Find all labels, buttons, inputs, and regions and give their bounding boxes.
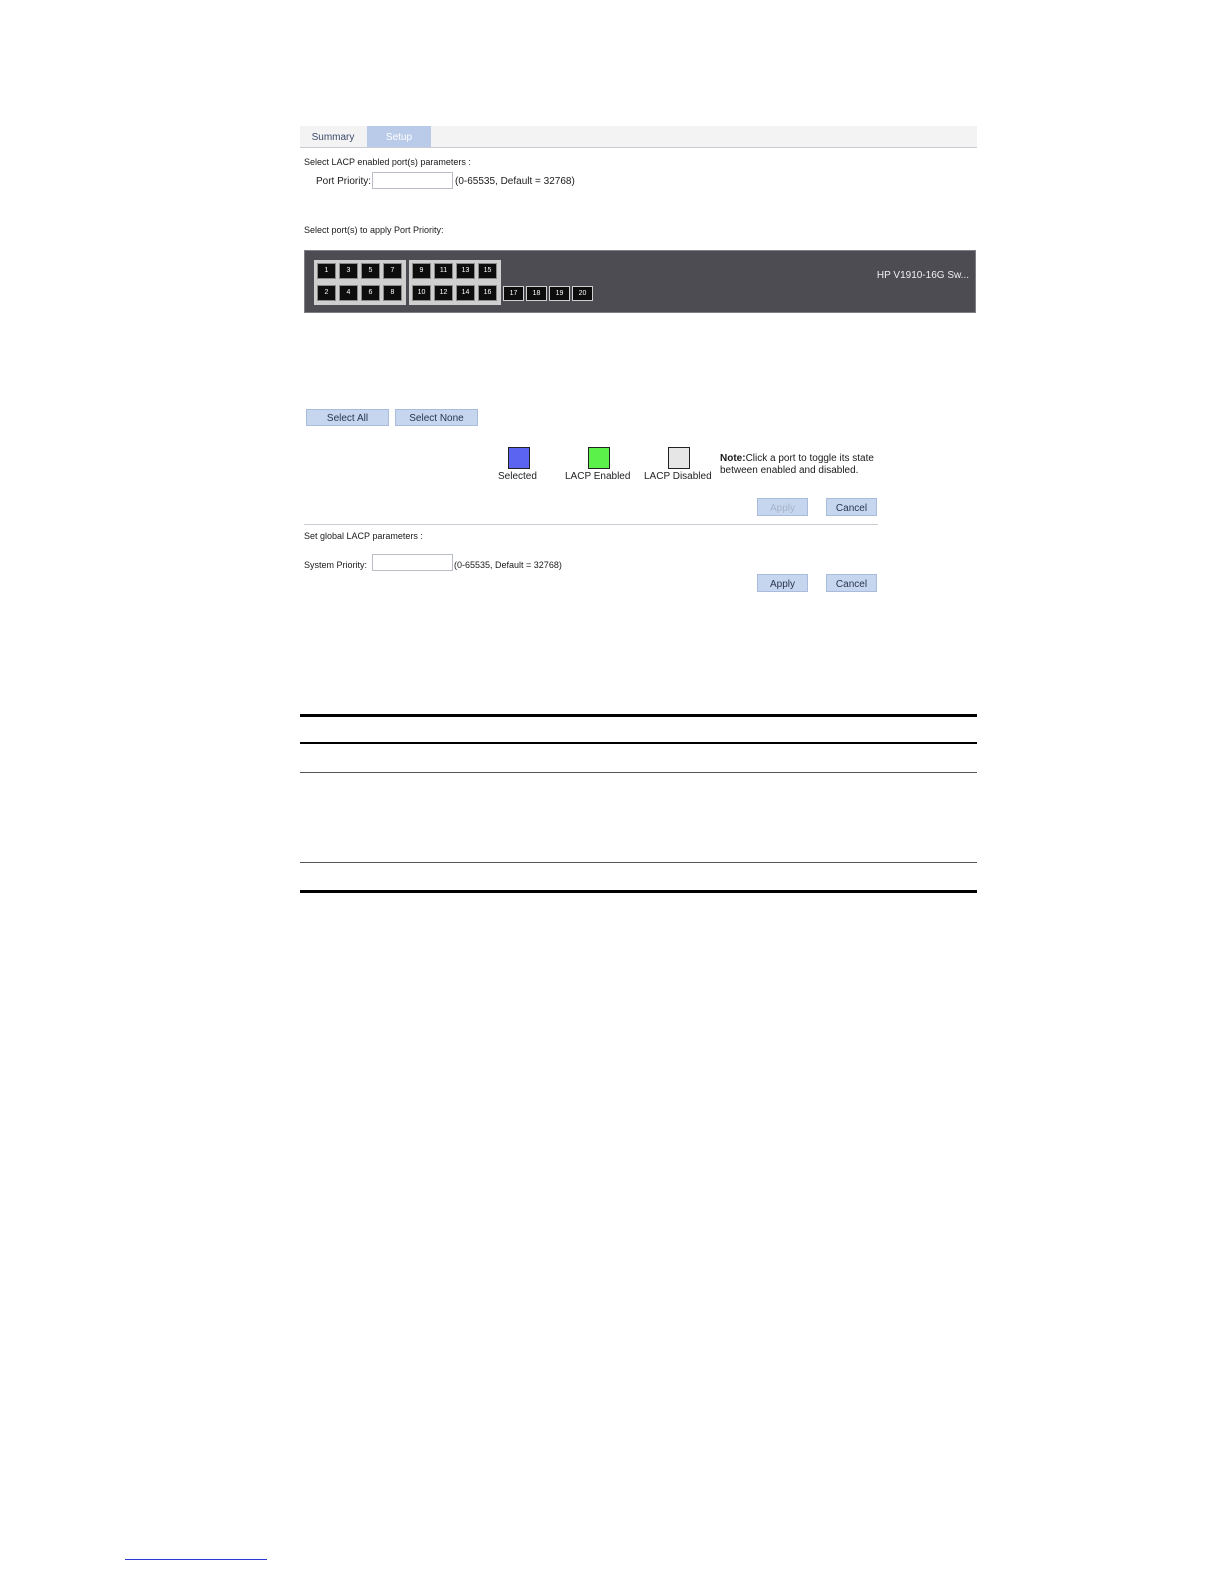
port-params-heading: Select LACP enabled port(s) parameters : — [304, 157, 471, 167]
port-group-2: 9 11 13 15 10 12 14 16 — [409, 260, 501, 305]
global-cancel-button[interactable]: Cancel — [826, 574, 877, 592]
port-priority-input[interactable] — [372, 172, 453, 189]
port-16[interactable]: 16 — [478, 285, 497, 301]
port-select-heading: Select port(s) to apply Port Priority: — [304, 225, 444, 235]
system-priority-input[interactable] — [372, 554, 453, 571]
note-bold: Note: — [720, 453, 746, 464]
legend-lacp-enabled-label: LACP Enabled — [565, 471, 631, 482]
port-priority-label: Port Priority: — [316, 176, 372, 187]
legend-lacp-disabled-swatch — [668, 447, 690, 469]
table-top-rule — [300, 714, 977, 717]
device-name: HP V1910-16G Sw... — [876, 270, 969, 281]
tab-summary[interactable]: Summary — [300, 126, 366, 147]
port-14[interactable]: 14 — [456, 285, 475, 301]
port-7[interactable]: 7 — [383, 263, 402, 279]
legend-selected-swatch — [508, 447, 530, 469]
port-11[interactable]: 11 — [434, 263, 453, 279]
legend-lacp-enabled-swatch — [588, 447, 610, 469]
system-priority-label: System Priority: — [304, 560, 368, 570]
port-apply-button[interactable]: Apply — [757, 498, 808, 516]
port-group-1: 1 3 5 7 2 4 6 8 — [314, 260, 406, 305]
port-6[interactable]: 6 — [361, 285, 380, 301]
port-4[interactable]: 4 — [339, 285, 358, 301]
global-params-heading: Set global LACP parameters : — [304, 531, 423, 541]
port-1[interactable]: 1 — [317, 263, 336, 279]
switch-panel: 1 3 5 7 2 4 6 8 9 11 13 15 10 12 14 16 1… — [304, 250, 976, 313]
table-bottom-rule — [300, 890, 977, 893]
legend-note: Note:Click a port to toggle its state be… — [720, 453, 890, 477]
note-line-1: Click a port to toggle its state — [745, 453, 874, 464]
port-17[interactable]: 17 — [503, 286, 524, 301]
port-cancel-button[interactable]: Cancel — [826, 498, 877, 516]
select-all-button[interactable]: Select All — [306, 409, 389, 426]
port-10[interactable]: 10 — [412, 285, 431, 301]
legend-selected-label: Selected — [498, 471, 537, 482]
section-divider — [304, 524, 878, 525]
port-9[interactable]: 9 — [412, 263, 431, 279]
port-15[interactable]: 15 — [478, 263, 497, 279]
tab-setup[interactable]: Setup — [367, 126, 431, 147]
port-priority-hint: (0-65535, Default = 32768) — [455, 176, 575, 187]
port-5[interactable]: 5 — [361, 263, 380, 279]
port-13[interactable]: 13 — [456, 263, 475, 279]
port-12[interactable]: 12 — [434, 285, 453, 301]
port-19[interactable]: 19 — [549, 286, 570, 301]
legend-lacp-disabled-label: LACP Disabled — [644, 471, 712, 482]
note-line-2: between enabled and disabled. — [720, 465, 859, 476]
port-2[interactable]: 2 — [317, 285, 336, 301]
table-row-rule-2 — [300, 862, 977, 863]
global-apply-button[interactable]: Apply — [757, 574, 808, 592]
port-20[interactable]: 20 — [572, 286, 593, 301]
table-row-rule-1 — [300, 772, 977, 773]
footnote-separator — [125, 1559, 267, 1560]
port-18[interactable]: 18 — [526, 286, 547, 301]
table-header-rule — [300, 742, 977, 744]
port-3[interactable]: 3 — [339, 263, 358, 279]
port-8[interactable]: 8 — [383, 285, 402, 301]
select-none-button[interactable]: Select None — [395, 409, 478, 426]
system-priority-hint: (0-65535, Default = 32768) — [454, 560, 562, 570]
tab-bar: Summary Setup — [300, 126, 977, 148]
